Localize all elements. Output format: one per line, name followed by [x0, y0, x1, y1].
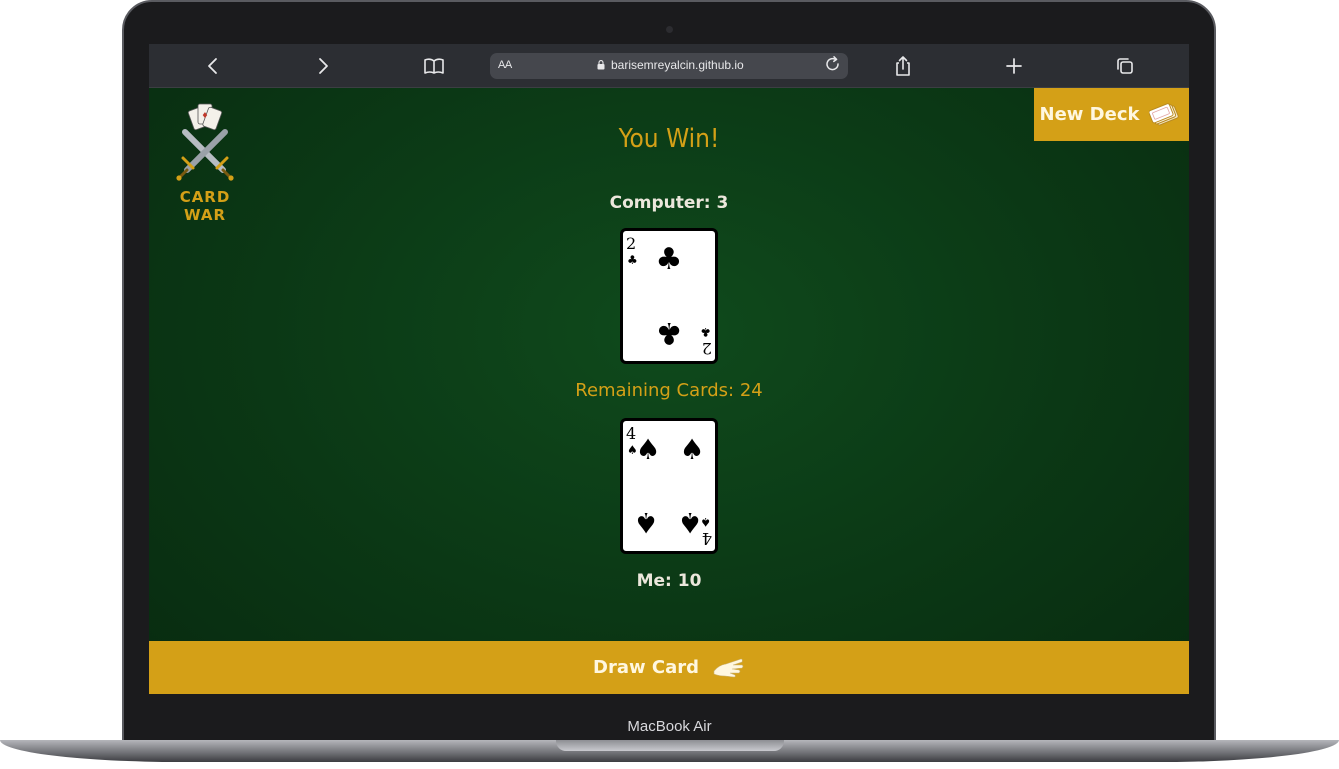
card-rank: 4: [702, 529, 712, 548]
card-suit-small: ♠: [700, 515, 711, 529]
laptop-base-notch: [556, 740, 784, 751]
device-label: MacBook Air: [627, 718, 712, 735]
card-suit-small: ♣: [627, 253, 638, 267]
svg-text:♦: ♦: [201, 111, 208, 120]
computer-score: Computer: 3: [609, 193, 729, 213]
draw-hand-icon: [713, 658, 744, 677]
result-message: You Win!: [618, 124, 720, 154]
player-score: Me: 10: [636, 571, 702, 591]
draw-card-label: Draw Card: [593, 657, 699, 678]
spade-pip: ♠: [679, 433, 704, 466]
tabs-icon[interactable]: [1113, 54, 1137, 78]
browser-window: AA barisemreyalcin.github.io ♦ CARD WAR …: [149, 44, 1189, 694]
share-icon[interactable]: [891, 54, 915, 78]
spade-pip: ♠: [677, 506, 702, 539]
game-page: ♦ CARD WAR New Deck You Win! Computer: 3…: [149, 88, 1189, 694]
card-rank: 2: [626, 234, 636, 253]
new-deck-label: New Deck: [1039, 104, 1140, 125]
spade-pip: ♠: [633, 506, 658, 539]
address-bar[interactable]: AA barisemreyalcin.github.io: [490, 53, 848, 79]
card-suit-small: ♣: [700, 325, 711, 339]
card-rank: 2: [702, 339, 712, 358]
club-pip: ♣: [656, 242, 683, 277]
url-text: barisemreyalcin.github.io: [611, 58, 744, 72]
reload-icon[interactable]: [824, 55, 842, 79]
back-icon[interactable]: [201, 54, 225, 78]
camera-icon: [666, 26, 673, 33]
draw-card-button[interactable]: Draw Card: [149, 641, 1189, 694]
new-tab-icon[interactable]: [1002, 54, 1026, 78]
forward-icon[interactable]: [311, 54, 335, 78]
bookmarks-icon[interactable]: [422, 54, 446, 78]
club-pip: ♣: [656, 315, 683, 350]
computer-card: 2 ♣ ♣ ♣ 2 ♣: [620, 228, 718, 364]
player-card: 4 ♠ ♠ ♠ ♠ ♠ 4 ♠: [620, 418, 718, 554]
spade-pip: ♠: [635, 433, 660, 466]
deck-icon: [1149, 102, 1180, 126]
browser-toolbar: AA barisemreyalcin.github.io: [149, 44, 1189, 88]
text-size-button[interactable]: AA: [498, 59, 512, 71]
remaining-cards: Remaining Cards: 24: [575, 380, 763, 401]
lock-icon: [597, 60, 605, 70]
